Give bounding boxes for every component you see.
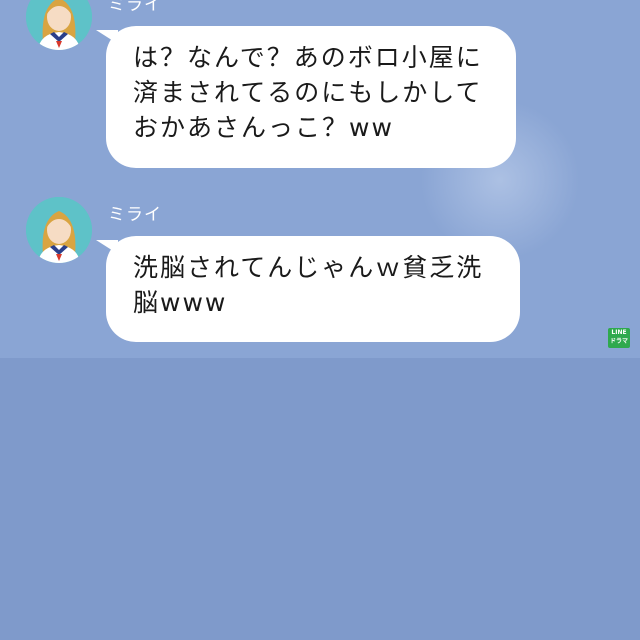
chat-area: ミライ は？なんで？あのボロ小屋に 済まされてるのにもしかして おかあさんっこ？… bbox=[0, 0, 640, 358]
sender-name: ミライ bbox=[108, 205, 162, 225]
message-bubble[interactable]: 洗脳されてんじゃんｗ貧乏洗 脳www bbox=[106, 236, 520, 342]
sender-name: ミライ bbox=[108, 0, 162, 15]
girl-avatar-icon[interactable] bbox=[26, 0, 92, 50]
message-bubble[interactable]: は？なんで？あのボロ小屋に 済まされてるのにもしかして おかあさんっこ？ww bbox=[106, 26, 516, 168]
screen: ミライ は？なんで？あのボロ小屋に 済まされてるのにもしかして おかあさんっこ？… bbox=[0, 0, 640, 640]
badge-line1: LINE bbox=[611, 329, 627, 336]
girl-avatar-icon[interactable] bbox=[26, 197, 92, 263]
line-drama-logo: LINE ドラマ bbox=[608, 328, 630, 348]
badge-line2: ドラマ bbox=[609, 338, 628, 345]
